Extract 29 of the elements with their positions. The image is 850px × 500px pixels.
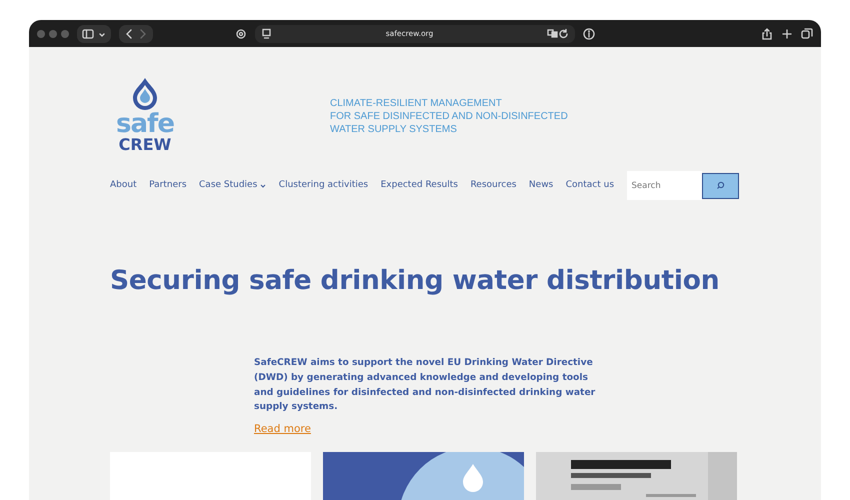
reload-icon[interactable]: [558, 28, 569, 39]
page-icon: [261, 28, 272, 39]
sidebar-icon[interactable]: [82, 28, 94, 40]
nav-link[interactable]: Expected Results: [380, 178, 458, 192]
nav-link[interactable]: About: [110, 178, 137, 192]
share-icon[interactable]: [761, 28, 773, 40]
nav-link[interactable]: Partners: [149, 178, 187, 192]
nav-link[interactable]: Contact us: [566, 178, 614, 192]
nav-link[interactable]: News: [528, 178, 554, 192]
tabs-icon[interactable]: [801, 28, 813, 40]
back-icon[interactable]: [124, 28, 134, 40]
nav-link[interactable]: Resources: [470, 178, 516, 192]
nav-link[interactable]: Clustering activities: [278, 178, 368, 192]
nav-link[interactable]: Case Studies: [199, 178, 266, 192]
tagline-text: FOR SAFE DISINFECTED AND NON-DISINFECTED: [330, 110, 568, 123]
info-icon[interactable]: [583, 28, 595, 40]
logo-text: CREW: [118, 137, 172, 153]
intro-paragraph: SafeCREW aims to support the novel EU Drinking Water Directive (DWD) by generating advanced knowledge and developing tools and guidelines for disinfected and non-disinfected drinking water supply systems.: [254, 356, 596, 414]
search-button[interactable]: [702, 172, 739, 198]
plus-icon[interactable]: [781, 28, 793, 40]
tagline-text: WATER SUPPLY SYSTEMS: [330, 123, 458, 136]
hero-title: Securing safe drinking water distribution: [110, 264, 720, 298]
translate-icon[interactable]: [547, 28, 558, 39]
water-drop-icon: [130, 77, 160, 111]
settings-icon[interactable]: [235, 28, 247, 40]
tagline-text: CLIMATE-RESILIENT MANAGEMENT: [330, 97, 503, 110]
search-field[interactable]: Search: [626, 171, 702, 200]
logo-text: safe: [116, 111, 174, 137]
search-icon: [716, 181, 725, 190]
